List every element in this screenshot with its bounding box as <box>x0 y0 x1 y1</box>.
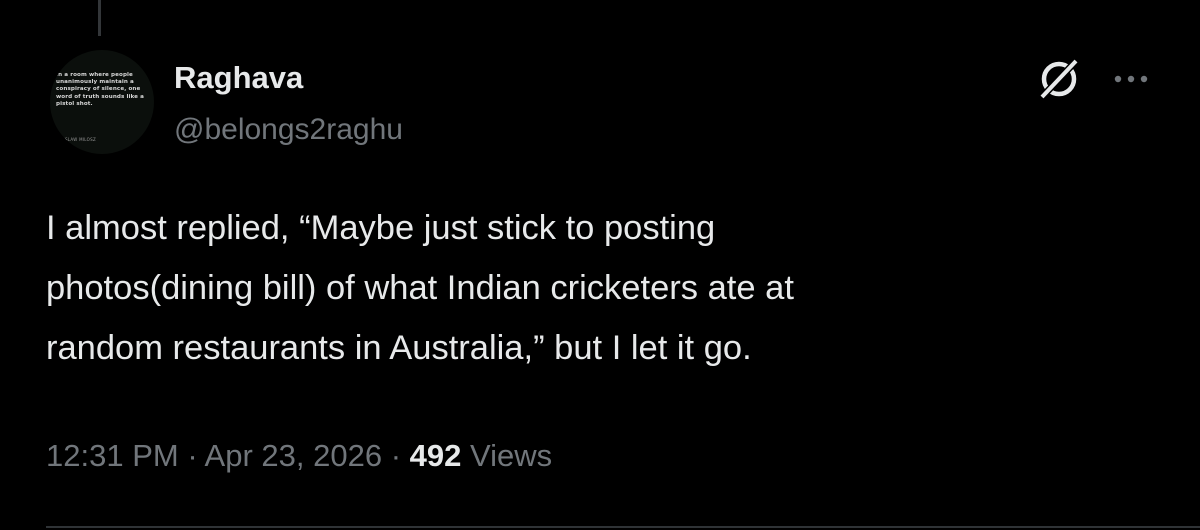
avatar-quote-author: CZESLAW MILOSZ <box>56 137 97 142</box>
tweet-time[interactable]: 12:31 PM <box>46 438 179 473</box>
tweet-metadata: 12:31 PM · Apr 23, 2026 · 492 Views <box>46 434 552 478</box>
grok-icon[interactable] <box>1036 56 1082 102</box>
meta-separator: · <box>382 438 410 473</box>
more-horizontal-icon[interactable] <box>1112 72 1152 86</box>
tweet-text: I almost replied, “Maybe just stick to p… <box>46 209 794 367</box>
tweet-date[interactable]: Apr 23, 2026 <box>205 438 383 473</box>
meta-separator: · <box>178 438 205 473</box>
user-handle[interactable]: @belongs2raghu <box>174 110 403 150</box>
user-display-name[interactable]: Raghava <box>174 58 303 98</box>
thread-connector-line <box>98 0 101 36</box>
divider <box>46 526 1200 528</box>
avatar[interactable]: In a room where people unanimously maint… <box>50 50 154 154</box>
views-label: Views <box>461 438 553 473</box>
avatar-quote-text: In a room where people unanimously maint… <box>56 72 145 107</box>
views-count[interactable]: 492 <box>410 438 462 473</box>
